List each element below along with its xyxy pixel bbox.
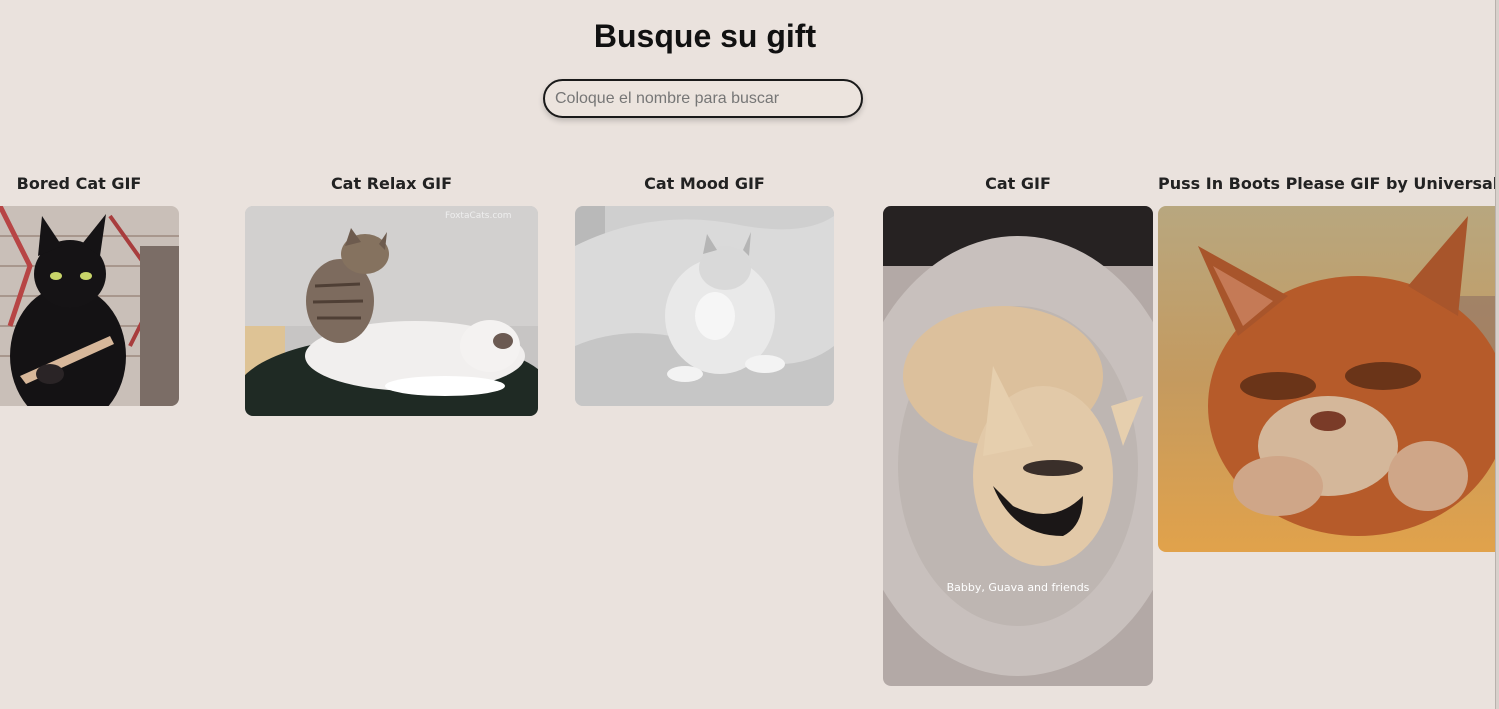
gif-image-cat-relax[interactable]: FoxtaCats.com bbox=[245, 206, 538, 416]
gif-title: Cat GIF bbox=[985, 174, 1051, 193]
gif-image-bored-cat[interactable] bbox=[0, 206, 179, 406]
gif-image-puss-in-boots[interactable] bbox=[1158, 206, 1499, 552]
scrollbar-edge bbox=[1495, 0, 1499, 709]
search-input[interactable] bbox=[543, 79, 863, 118]
gif-image-cat[interactable]: Babby, Guava and friends bbox=[883, 206, 1153, 686]
gif-title: Cat Mood GIF bbox=[644, 174, 765, 193]
gif-title: Puss In Boots Please GIF by Universal Ki… bbox=[1158, 174, 1499, 193]
gif-image-cat-mood[interactable] bbox=[575, 206, 834, 406]
page: Busque su gift Bored Cat GIF bbox=[0, 0, 1499, 709]
gif-caption: Babby, Guava and friends bbox=[947, 581, 1090, 594]
gif-title: Cat Relax GIF bbox=[330, 174, 453, 193]
watermark-text: FoxtaCats.com bbox=[445, 211, 512, 221]
page-title: Busque su gift bbox=[593, 18, 817, 54]
gif-title: Bored Cat GIF bbox=[16, 174, 142, 193]
